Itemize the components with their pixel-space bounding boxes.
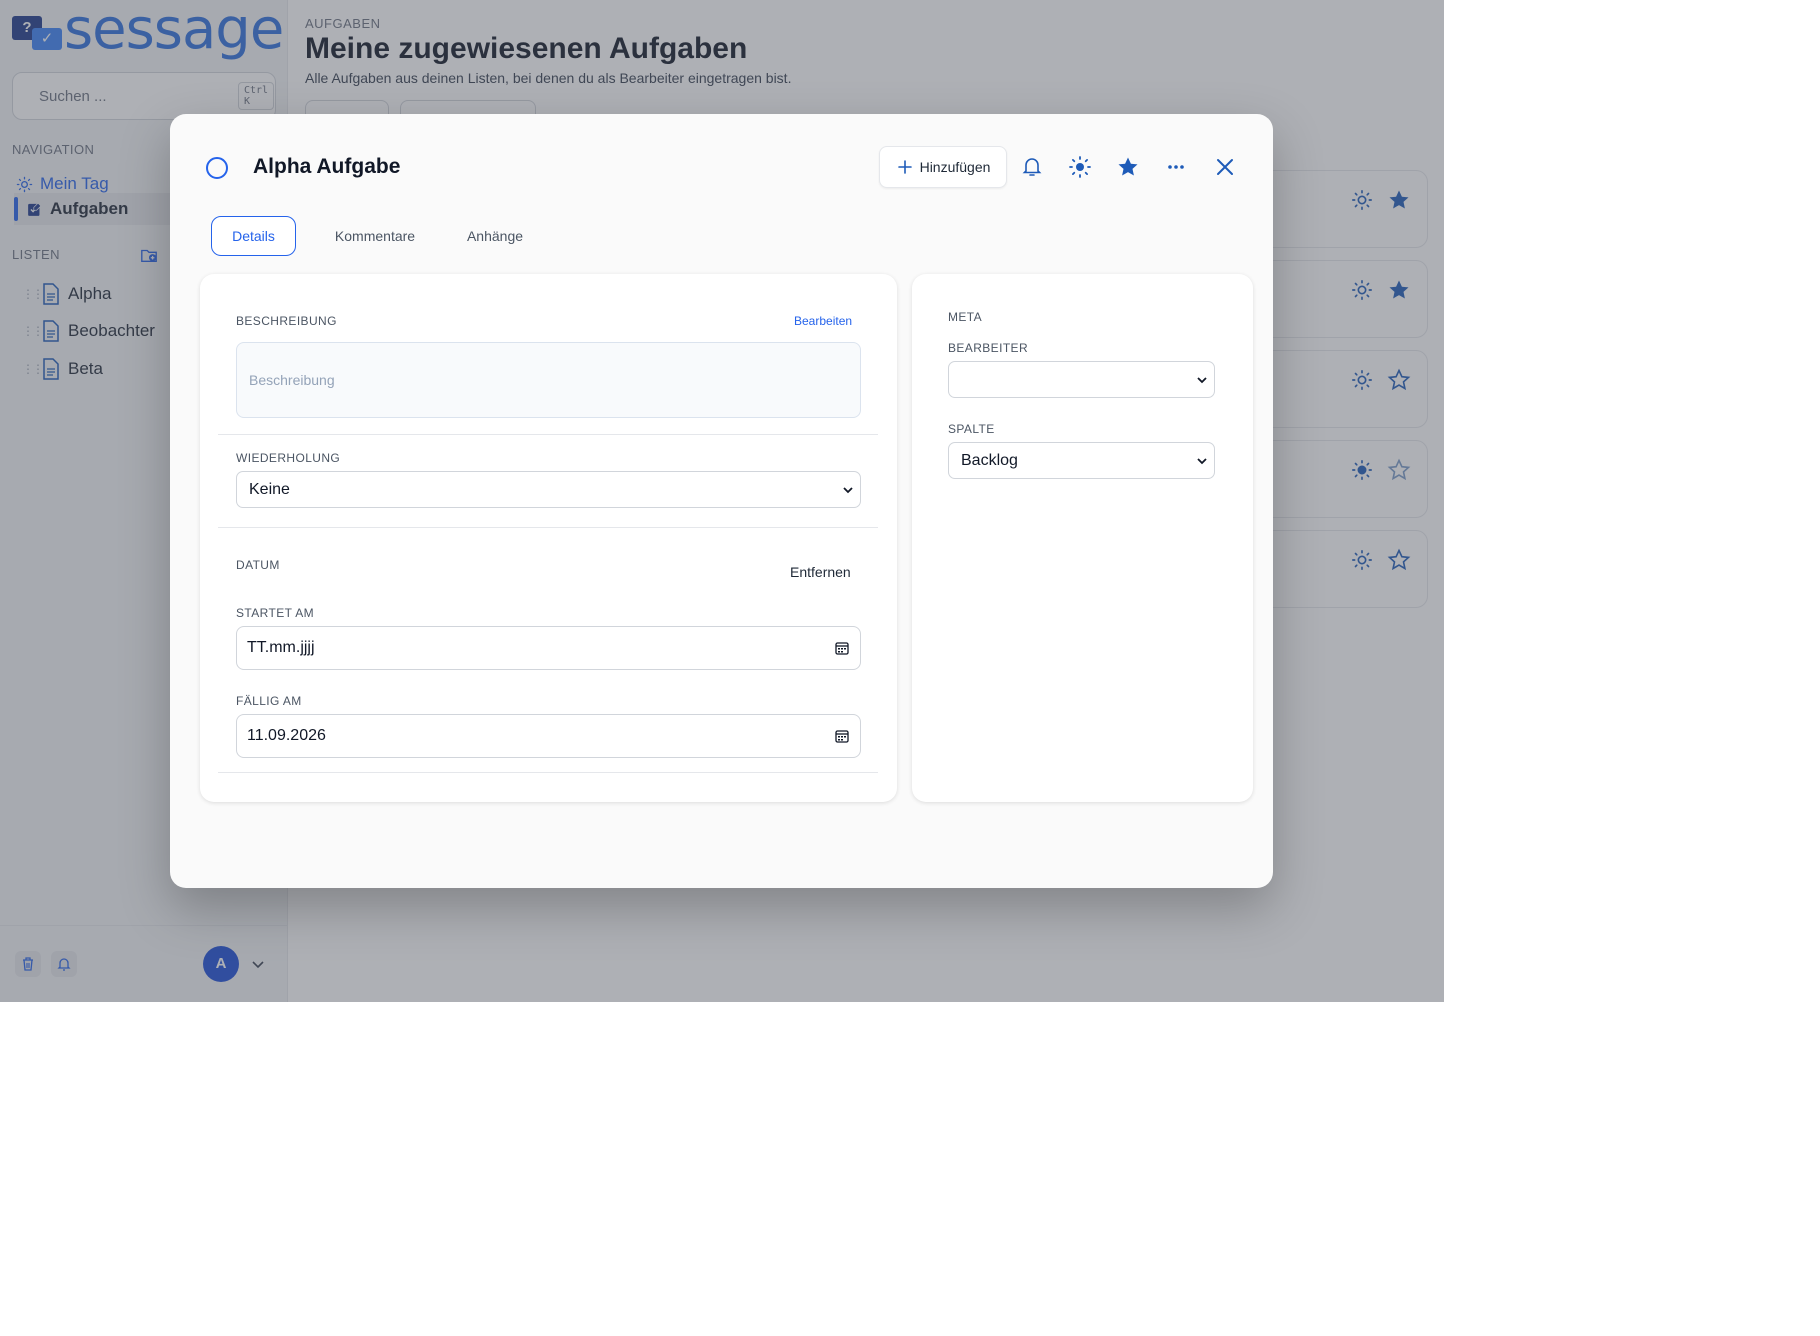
chevron-down-icon — [1197, 457, 1207, 464]
date-label: DATUM — [236, 558, 280, 572]
column-select[interactable]: Backlog — [948, 442, 1215, 479]
plus-icon — [897, 160, 912, 174]
repeat-label: WIEDERHOLUNG — [236, 451, 341, 465]
meta-heading: META — [948, 310, 983, 324]
due-date-value: 11.09.2026 — [247, 727, 326, 744]
column-label: SPALTE — [948, 422, 995, 436]
complete-toggle[interactable] — [206, 157, 228, 179]
assignee-label: BEARBEITER — [948, 341, 1029, 355]
task-detail-modal: Alpha Aufgabe Hinzufügen Details Komment… — [170, 114, 1273, 888]
divider — [218, 434, 878, 435]
edit-description-link[interactable]: Bearbeiten — [794, 314, 852, 328]
start-date-input[interactable]: TT.mm.jjjj — [236, 626, 861, 670]
calendar-icon[interactable] — [834, 640, 850, 656]
calendar-icon[interactable] — [834, 728, 850, 744]
due-date-input[interactable]: 11.09.2026 — [236, 714, 861, 758]
app-window: ? ✓ sessage Ctrl K NAVIGATION Mein Tag A… — [0, 0, 1444, 1002]
divider — [218, 772, 878, 773]
start-date-label: STARTET AM — [236, 606, 315, 620]
assignee-select[interactable] — [948, 361, 1215, 398]
more-icon[interactable] — [1164, 155, 1188, 179]
close-icon[interactable] — [1213, 155, 1237, 179]
chevron-down-icon — [843, 486, 853, 493]
description-field[interactable]: Beschreibung — [236, 342, 861, 418]
sun-icon[interactable] — [1068, 155, 1092, 179]
description-placeholder: Beschreibung — [249, 372, 335, 388]
start-date-value: TT.mm.jjjj — [247, 639, 315, 656]
meta-panel: META BEARBEITER SPALTE Backlog — [912, 274, 1253, 802]
details-panel: BESCHREIBUNG Bearbeiten Beschreibung WIE… — [200, 274, 897, 802]
tab-details[interactable]: Details — [211, 216, 296, 256]
modal-title: Alpha Aufgabe — [253, 155, 401, 178]
repeat-select[interactable]: Keine — [236, 471, 861, 508]
bell-icon[interactable] — [1020, 155, 1044, 179]
repeat-value: Keine — [249, 480, 290, 498]
divider — [218, 527, 878, 528]
chevron-down-icon — [1197, 376, 1207, 383]
tab-kommentare[interactable]: Kommentare — [320, 216, 430, 256]
remove-date-button[interactable]: Entfernen — [790, 564, 851, 580]
description-label: BESCHREIBUNG — [236, 314, 337, 328]
tab-anhaenge[interactable]: Anhänge — [450, 216, 540, 256]
star-filled-icon[interactable] — [1116, 155, 1140, 179]
add-button[interactable]: Hinzufügen — [879, 146, 1007, 188]
due-date-label: FÄLLIG AM — [236, 694, 302, 708]
add-button-label: Hinzufügen — [919, 159, 991, 175]
column-value: Backlog — [961, 451, 1018, 469]
